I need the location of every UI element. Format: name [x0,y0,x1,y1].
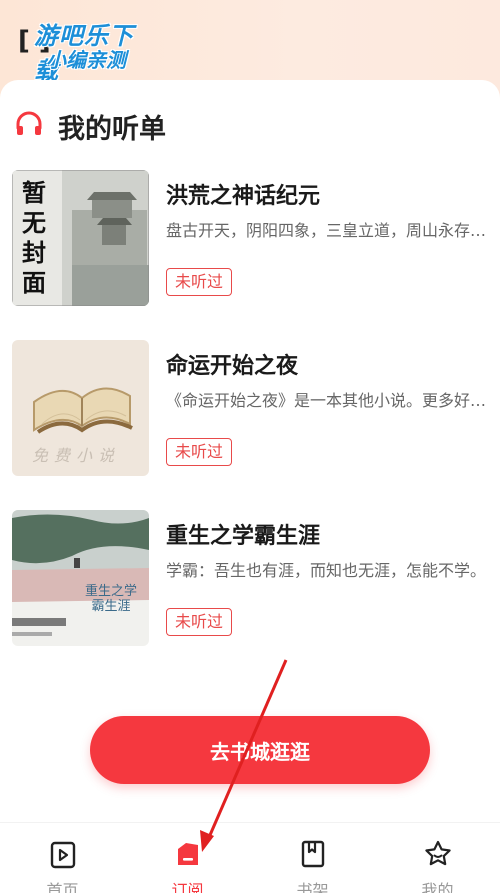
tab-label: 我的 [421,881,454,893]
book-cover-2[interactable]: 免费小说 [12,340,149,476]
tab-bookshelf[interactable]: 书架 [250,823,375,893]
book-title[interactable]: 重生之学霸生涯 [166,518,320,550]
section-title: 我的听单 [58,113,166,145]
tab-label: 首页 [46,881,79,893]
tab-subscribe[interactable]: 订阅 [125,823,250,893]
cover-title-text: 重生之学霸生涯 [84,584,137,614]
book-cover-1[interactable]: 暂无封面 [12,170,149,306]
status-badge: 未听过 [166,608,233,636]
book-description: 《命运开始之夜》是一本其他小说。更多好书尽在本站。 [166,391,496,410]
book-item-3[interactable]: 重生之学霸生涯 重生之学霸生涯 学霸：吾生也有涯，而知也无涯，怎能不学。 未听过 [12,510,500,650]
watermark: [ ] 游吧乐下载 小编亲测 [18,10,158,85]
book-item-1[interactable]: 暂无封面 洪荒之神话纪元 盘古开天，阴阳四象，三皇立道，周山永存，人族始兴。 未… [12,170,500,310]
book-title[interactable]: 命运开始之夜 [166,348,298,380]
book-item-2[interactable]: 免费小说 命运开始之夜 《命运开始之夜》是一本其他小说。更多好书尽在本站。 未听… [12,340,500,480]
status-badge: 未听过 [166,438,233,466]
headphones-icon [14,109,44,143]
bookshelf-icon [298,839,328,873]
book-description: 盘古开天，阴阳四象，三皇立道，周山永存，人族始兴。 [166,221,496,240]
tab-label: 书架 [296,881,329,893]
subscribe-icon [173,839,203,873]
tab-profile[interactable]: 我的 [375,823,500,893]
go-to-bookstore-button[interactable]: 去书城逛逛 [90,716,430,784]
profile-icon [423,839,453,873]
tab-label: 订阅 [171,881,204,893]
section-header: 我的听单 [14,108,166,145]
watermark-line2: 小编亲测 [46,48,126,72]
book-title[interactable]: 洪荒之神话纪元 [166,178,320,210]
home-icon [48,839,78,873]
book-cover-3[interactable]: 重生之学霸生涯 [12,510,149,646]
status-badge: 未听过 [166,268,233,296]
book-description: 学霸：吾生也有涯，而知也无涯，怎能不学。 [166,561,487,580]
cover-placeholder-text: 暂无封面 [22,178,46,297]
tab-home[interactable]: 首页 [0,823,125,893]
bottom-tab-bar: 首页 订阅 书架 我的 [0,822,500,893]
cover-caption: 免费小说 [32,446,121,465]
